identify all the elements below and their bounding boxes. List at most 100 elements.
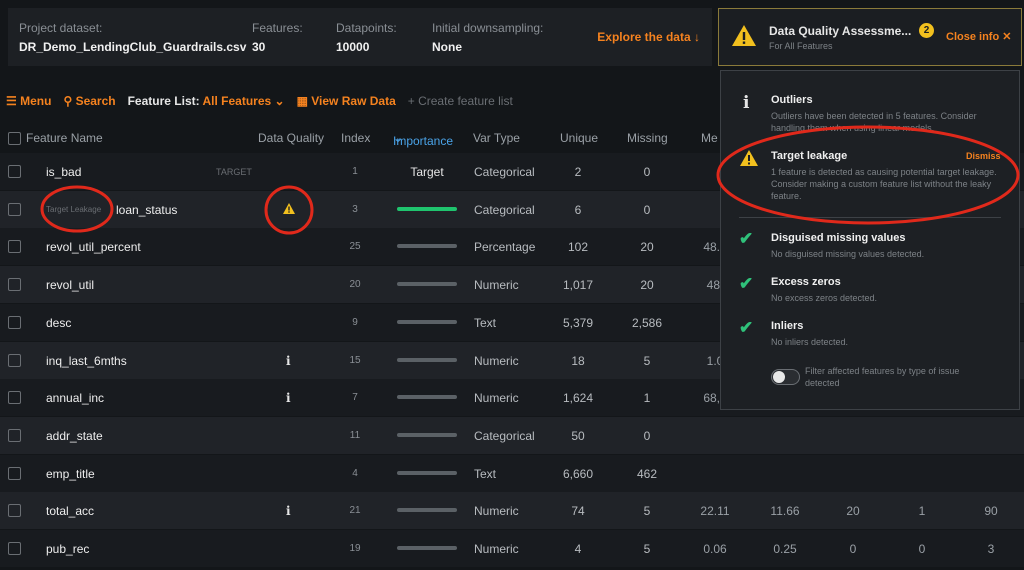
view-raw-label: View Raw Data xyxy=(311,94,396,108)
info-icon[interactable]: i xyxy=(286,391,291,405)
feature-name[interactable]: emp_title xyxy=(46,467,95,481)
table-row[interactable]: addr_state 11 Categorical 50 0 xyxy=(0,416,1024,454)
row-checkbox[interactable] xyxy=(8,428,21,442)
feature-index: 11 xyxy=(349,429,361,441)
dataset-info: Project dataset: DR_Demo_LendingClub_Guar… xyxy=(19,21,246,54)
feature-name[interactable]: pub_rec xyxy=(46,542,89,556)
feature-name[interactable]: desc xyxy=(46,316,71,330)
var-type: Numeric xyxy=(474,391,519,406)
table-row[interactable]: total_acc i 21 Numeric 74 5 22.11 11.66 20 1 90 xyxy=(0,492,1024,530)
table-row[interactable]: emp_title 4 Text 6,660 462 xyxy=(0,454,1024,492)
check-icon: ✔ xyxy=(739,274,754,293)
importance-label: Importance xyxy=(393,134,454,148)
data-quality-panel: i Outliers Outliers have been detected in… xyxy=(720,70,1020,410)
item-title: Inliers xyxy=(771,320,804,332)
create-feature-list-button[interactable]: + Create feature list xyxy=(408,94,513,108)
missing-count: 5 xyxy=(643,353,651,368)
feature-name[interactable]: addr_state xyxy=(46,429,103,443)
stat-min: 0 xyxy=(918,542,926,556)
importance-bar xyxy=(397,244,457,249)
stat-max: 3 xyxy=(987,542,995,556)
var-type: Categorical xyxy=(474,165,535,179)
missing-count: 5 xyxy=(643,542,651,556)
var-type: Categorical xyxy=(474,202,535,217)
view-raw-data-button[interactable]: ▦ View Raw Data xyxy=(297,94,396,108)
dataset-label: Project dataset: xyxy=(19,21,103,35)
feature-name[interactable]: total_acc xyxy=(46,504,94,518)
menu-button[interactable]: ☰ Menu xyxy=(6,94,51,108)
row-checkbox[interactable] xyxy=(8,202,21,216)
unique-count: 5,379 xyxy=(562,315,594,330)
unique-count: 4 xyxy=(574,542,582,556)
col-index[interactable]: Index xyxy=(341,131,370,145)
item-desc: No excess zeros detected. xyxy=(771,293,878,303)
unique-count: 18 xyxy=(571,353,585,368)
row-checkbox[interactable] xyxy=(8,278,21,292)
missing-count: 1 xyxy=(643,391,651,406)
stat-median: 0 xyxy=(849,542,857,556)
col-data-quality[interactable]: Data Quality xyxy=(258,131,324,145)
row-checkbox[interactable] xyxy=(8,466,21,480)
dq-item-inliers: Inliers No inliers detected. xyxy=(771,320,1001,348)
item-desc: 1 feature is detected as causing potenti… xyxy=(771,167,997,201)
table-row[interactable]: pub_rec 19 Numeric 4 5 0.06 0.25 0 0 3 xyxy=(0,530,1024,567)
feature-name[interactable]: revol_util_percent xyxy=(46,240,141,254)
datapoints-count: 10000 xyxy=(336,40,370,54)
var-type: Text xyxy=(474,315,497,330)
table-icon: ▦ xyxy=(296,94,312,108)
toolbar: ☰ Menu ⚲ Search Feature List: All Featur… xyxy=(6,94,513,108)
warning-icon xyxy=(732,25,756,46)
col-feature-name[interactable]: Feature Name xyxy=(26,131,103,145)
select-all-checkbox[interactable] xyxy=(8,132,21,145)
importance-bar xyxy=(397,282,457,287)
warning-icon[interactable] xyxy=(283,202,295,214)
feature-index: 15 xyxy=(349,354,361,366)
data-quality-header: Data Quality Assessme... 2 For All Featu… xyxy=(718,8,1022,66)
row-checkbox[interactable] xyxy=(8,504,21,518)
row-checkbox[interactable] xyxy=(8,391,21,405)
missing-count: 2,586 xyxy=(631,315,663,330)
importance-target: Target xyxy=(410,165,444,179)
info-icon[interactable]: i xyxy=(286,504,291,518)
row-checkbox[interactable] xyxy=(8,240,21,254)
col-var-type[interactable]: Var Type xyxy=(473,131,520,145)
row-checkbox[interactable] xyxy=(8,165,21,178)
var-type: Numeric xyxy=(474,504,519,519)
stat-mean: 22.11 xyxy=(700,504,730,519)
feature-name[interactable]: annual_inc xyxy=(46,391,104,405)
plus-icon: + xyxy=(407,94,419,108)
missing-count: 462 xyxy=(636,466,658,481)
unique-count: 2 xyxy=(574,165,582,179)
feature-name[interactable]: loan_status xyxy=(116,203,177,217)
col-unique[interactable]: Unique xyxy=(560,131,598,145)
check-icon: ✔ xyxy=(739,318,754,337)
close-info-button[interactable]: Close info ✕ xyxy=(946,30,1011,43)
stat-max: 90 xyxy=(984,504,998,519)
dismiss-button[interactable]: Dismiss xyxy=(966,151,1001,161)
col-mean[interactable]: Me xyxy=(701,131,718,145)
feature-name[interactable]: inq_last_6mths xyxy=(46,354,127,368)
search-button[interactable]: ⚲ Search xyxy=(63,94,115,108)
item-desc: No disguised missing values detected. xyxy=(771,249,925,259)
feature-index: 4 xyxy=(352,467,358,479)
item-desc: Outliers have been detected in 5 feature… xyxy=(771,111,977,133)
project-summary: Project dataset: DR_Demo_LendingClub_Guar… xyxy=(8,8,712,66)
row-checkbox[interactable] xyxy=(8,353,21,367)
chevron-down-icon: ⌄ xyxy=(271,94,285,108)
missing-count: 5 xyxy=(643,504,651,519)
col-importance[interactable]: Importance ⌄ xyxy=(393,131,453,148)
missing-count: 0 xyxy=(643,165,651,179)
row-checkbox[interactable] xyxy=(8,542,21,555)
explore-data-link[interactable]: Explore the data ↓ xyxy=(597,30,700,44)
col-missing[interactable]: Missing xyxy=(627,131,668,145)
var-type: Numeric xyxy=(474,542,519,556)
filter-toggle[interactable] xyxy=(771,369,800,385)
unique-count: 6 xyxy=(574,202,582,217)
info-icon[interactable]: i xyxy=(286,354,291,368)
feature-name[interactable]: is_bad xyxy=(46,165,81,179)
importance-bar xyxy=(397,206,457,211)
row-checkbox[interactable] xyxy=(8,315,21,329)
feature-list-selector[interactable]: Feature List: All Features ⌄ xyxy=(128,94,285,108)
feature-name[interactable]: revol_util xyxy=(46,278,94,292)
feature-index: 19 xyxy=(349,543,361,554)
